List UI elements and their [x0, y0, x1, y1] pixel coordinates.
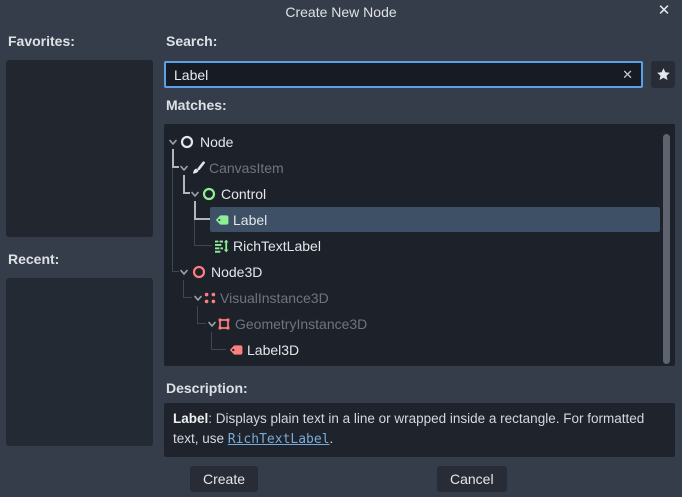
tree-item-visualinstance3d[interactable]: VisualInstance3D	[164, 285, 675, 311]
tree-item-label: Control	[221, 186, 267, 202]
close-icon[interactable]: ✕	[655, 2, 673, 20]
star-icon	[656, 67, 671, 82]
cancel-button[interactable]: Cancel	[437, 466, 507, 492]
tree-item-geometryinstance3d[interactable]: GeometryInstance3D	[164, 311, 675, 337]
tree-item-node3d[interactable]: Node3D	[164, 259, 675, 285]
description-label: Description:	[166, 380, 248, 396]
search-input[interactable]: Label ✕	[164, 61, 643, 88]
label-class-icon	[214, 212, 230, 228]
tree-item-label-selected[interactable]: Label	[164, 207, 675, 233]
chevron-down-icon[interactable]	[178, 266, 190, 278]
search-value: Label	[174, 66, 209, 83]
tree-item-canvasitem[interactable]: CanvasItem	[164, 155, 675, 181]
geometryinstance3d-class-icon	[216, 316, 232, 332]
create-new-node-dialog: Create New Node ✕ Favorites: Recent: Sea…	[0, 0, 682, 497]
favorites-label: Favorites:	[8, 33, 75, 49]
recent-list[interactable]	[6, 278, 153, 446]
visualinstance3d-class-icon	[202, 290, 218, 306]
tree-item-richtextlabel[interactable]: RichTextLabel	[164, 233, 675, 259]
tree-item-label: Node	[200, 134, 234, 150]
tree-item-label: Node3D	[211, 264, 263, 280]
tree-item-label: VisualInstance3D	[220, 290, 329, 306]
favorites-list[interactable]	[6, 60, 153, 237]
description-class-name: Label	[173, 411, 209, 426]
recent-label: Recent:	[8, 251, 60, 267]
toggle-favorite-button[interactable]	[651, 61, 675, 88]
tree-scrollbar[interactable]	[663, 134, 670, 364]
chevron-down-icon[interactable]	[178, 162, 190, 174]
richtextlabel-class-icon	[214, 238, 230, 254]
tree-item-label: GeometryInstance3D	[235, 316, 368, 332]
tree-item-label: Label	[233, 212, 268, 228]
richtextlabel-link[interactable]: RichTextLabel	[228, 432, 330, 447]
matches-label: Matches:	[166, 97, 227, 113]
description-text: Label: Displays plain text in a line or …	[164, 403, 675, 457]
label3d-class-icon	[228, 342, 244, 358]
tree-item-control[interactable]: Control	[164, 181, 675, 207]
tree-item-label: CanvasItem	[209, 160, 284, 176]
create-button[interactable]: Create	[190, 466, 259, 492]
tree-item-label: RichTextLabel	[233, 238, 321, 254]
dialog-title: Create New Node	[285, 4, 397, 20]
clear-search-icon[interactable]: ✕	[622, 67, 633, 83]
search-label: Search:	[166, 33, 218, 49]
node-class-icon	[179, 134, 195, 150]
tree-item-node[interactable]: Node	[164, 129, 675, 155]
chevron-down-icon[interactable]	[189, 188, 201, 200]
tree-item-label3d[interactable]: Label3D	[164, 337, 675, 363]
matches-tree: Node CanvasItem Control Label RichTextLa…	[164, 124, 675, 366]
node3d-class-icon	[191, 264, 207, 280]
description-suffix: .	[329, 430, 334, 446]
tree-item-label: Label3D	[247, 342, 300, 358]
canvasitem-class-icon	[190, 160, 206, 176]
control-class-icon	[201, 186, 217, 202]
chevron-down-icon[interactable]	[167, 136, 179, 148]
